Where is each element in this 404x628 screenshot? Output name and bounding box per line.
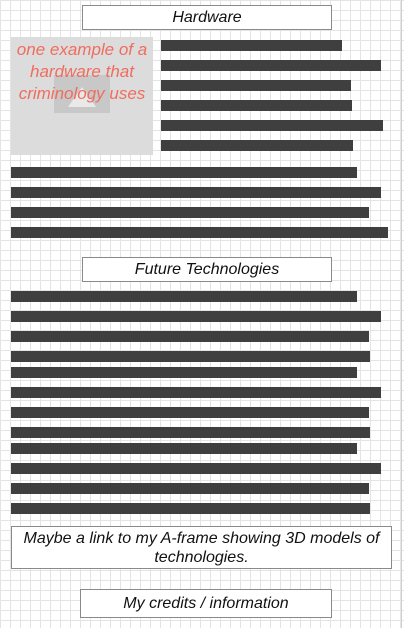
redacted-text-line: [11, 291, 357, 302]
canvas-edge-line: [401, 0, 402, 628]
redacted-text-line: [11, 367, 357, 378]
redacted-text-line: [161, 40, 342, 51]
future-technologies-heading: Future Technologies: [82, 257, 332, 282]
future-technologies-heading-text: Future Technologies: [134, 260, 280, 278]
redacted-text-line: [11, 227, 388, 238]
credits-button[interactable]: My credits / information: [80, 589, 332, 618]
redacted-text-line: [11, 331, 369, 342]
aframe-link[interactable]: Maybe a link to my A-frame showing 3D mo…: [11, 526, 392, 569]
redacted-text-line: [11, 427, 370, 438]
hardware-heading-text: Hardware: [172, 8, 242, 26]
redacted-text-line: [11, 463, 381, 474]
redacted-text-line: [161, 120, 383, 131]
redacted-text-line: [161, 80, 351, 91]
redacted-text-line: [161, 60, 381, 71]
redacted-text-line: [11, 167, 357, 178]
redacted-text-line: [11, 407, 369, 418]
redacted-text-line: [11, 207, 369, 218]
hardware-heading: Hardware: [82, 5, 332, 30]
redacted-text-line: [11, 311, 381, 322]
aframe-link-text: Maybe a link to my A-frame showing 3D mo…: [23, 529, 380, 566]
redacted-text-line: [11, 443, 357, 454]
redacted-text-line: [11, 387, 381, 398]
redacted-text-line: [161, 100, 352, 111]
redacted-text-line: [11, 503, 370, 514]
image-caption: one example of a hardware that criminolo…: [16, 40, 148, 103]
redacted-text-line: [11, 483, 369, 494]
hardware-image-placeholder: one example of a hardware that criminolo…: [11, 37, 153, 155]
redacted-text-line: [161, 140, 353, 151]
redacted-text-line: [11, 351, 370, 362]
redacted-text-line: [11, 187, 381, 198]
credits-button-text: My credits / information: [123, 594, 289, 612]
